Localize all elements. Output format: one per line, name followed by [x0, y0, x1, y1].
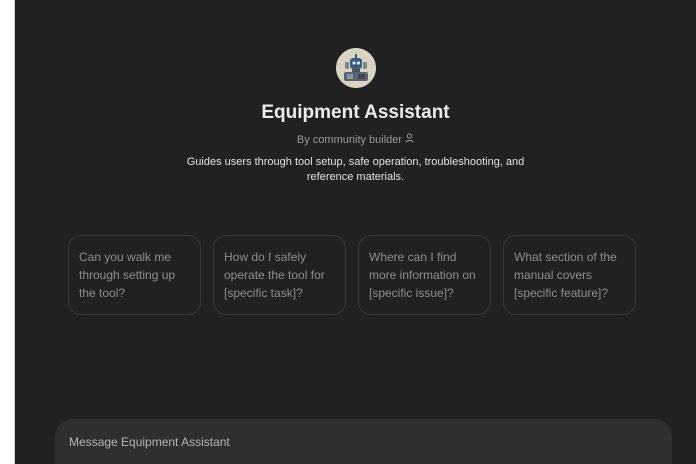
chat-window: Equipment Assistant By community builder… [14, 0, 696, 464]
assistant-header: Equipment Assistant By community builder… [15, 48, 696, 185]
message-input[interactable]: Message Equipment Assistant [69, 434, 230, 450]
assistant-description: Guides users through tool setup, safe op… [186, 156, 525, 184]
person-icon [405, 133, 414, 147]
byline-text: By community builder [296, 134, 403, 146]
message-composer[interactable]: Message Equipment Assistant [55, 419, 672, 464]
suggestion-card[interactable]: What section of the manual covers [speci… [503, 235, 636, 315]
suggestion-cards: Can you walk me through setting up the t… [68, 235, 636, 315]
suggestion-card[interactable]: How do I safely operate the tool for [sp… [213, 235, 346, 315]
assistant-avatar [335, 48, 376, 88]
assistant-title: Equipment Assistant [261, 102, 450, 123]
suggestion-card[interactable]: Can you walk me through setting up the t… [68, 235, 201, 315]
robot-icon [335, 48, 376, 88]
assistant-byline: By community builder [15, 133, 696, 147]
suggestion-card[interactable]: Where can I find more information on [sp… [358, 235, 491, 315]
